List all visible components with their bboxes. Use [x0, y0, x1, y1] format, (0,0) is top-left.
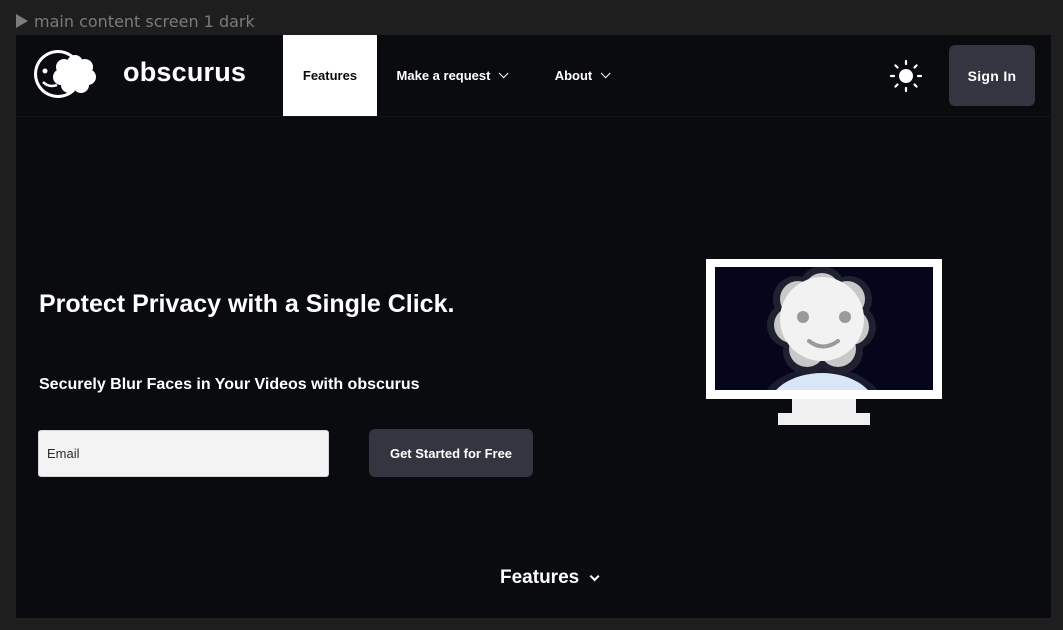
hero-subtitle: Securely Blur Faces in Your Videos with …	[39, 376, 420, 393]
get-started-button[interactable]: Get Started for Free	[369, 429, 533, 477]
nav-item-label: Features	[302, 68, 358, 83]
sun-icon[interactable]	[889, 59, 923, 93]
chevron-down-icon	[589, 570, 600, 581]
nav-item-about[interactable]: About	[543, 35, 619, 116]
frame-label: main content screen 1 dark	[16, 10, 255, 32]
nav-item-label: Make a request	[396, 68, 491, 83]
nav-item-label: About	[554, 68, 593, 83]
chevron-down-icon	[499, 68, 510, 79]
main-screen: obscurus Features Make a request About S…	[16, 35, 1051, 618]
features-section-link[interactable]: Features	[500, 567, 600, 589]
frame-label-text: main content screen 1 dark	[34, 11, 255, 31]
sign-in-button[interactable]: Sign In	[949, 45, 1035, 106]
expand-triangle-icon[interactable]	[16, 14, 28, 28]
navbar: obscurus Features Make a request About S…	[16, 35, 1051, 117]
email-input[interactable]	[38, 430, 329, 477]
hero-title: Protect Privacy with a Single Click.	[39, 290, 455, 318]
nav-item-features[interactable]: Features	[283, 35, 377, 116]
brand-name[interactable]: obscurus	[123, 57, 246, 88]
chevron-down-icon	[600, 68, 611, 79]
obscurus-logo-icon[interactable]	[33, 49, 99, 99]
nav-item-make-a-request[interactable]: Make a request	[387, 35, 515, 116]
features-link-label: Features	[500, 567, 580, 588]
monitor-blurred-face-icon	[706, 259, 942, 427]
